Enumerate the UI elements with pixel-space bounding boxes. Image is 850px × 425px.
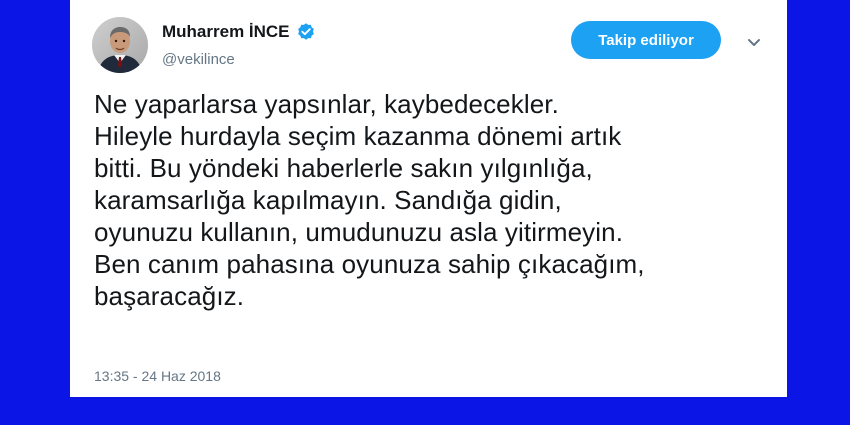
profile-photo-icon (92, 17, 148, 73)
verified-badge-icon (296, 22, 316, 42)
tweet-menu-button[interactable] (740, 28, 768, 56)
tweet-text-line: karamsarlığa kapılmayın. Sandığa gidin, (94, 185, 562, 215)
author-handle[interactable]: @vekilince (162, 51, 235, 69)
tweet-text-line: oyunuzu kullanın, umudunuzu asla yitirme… (94, 217, 624, 247)
author-display-name[interactable]: Muharrem İNCE (162, 22, 290, 42)
author-name-row: Muharrem İNCE (162, 22, 316, 42)
tweet-timestamp[interactable]: 13:35 - 24 Haz 2018 (94, 368, 221, 384)
tweet-card: Muharrem İNCE @vekilince Takip ediliyor … (70, 0, 787, 397)
chevron-down-icon (748, 39, 760, 46)
following-button[interactable]: Takip ediliyor (571, 21, 721, 59)
avatar[interactable] (92, 17, 148, 73)
tweet-text-line: Ben canım pahasına oyunuza sahip çıkacağ… (94, 249, 645, 279)
tweet-text-line: Ne yaparlarsa yapsınlar, kaybedecekler. (94, 89, 559, 119)
tweet-text-line: Hileyle hurdayla seçim kazanma dönemi ar… (94, 121, 622, 151)
tweet-text: Ne yaparlarsa yapsınlar, kaybedecekler. … (94, 88, 774, 312)
tweet-header: Muharrem İNCE @vekilince Takip ediliyor (70, 0, 787, 90)
tweet-text-line: başaracağız. (94, 281, 245, 311)
tweet-text-line: bitti. Bu yöndeki haberlerle sakın yılgı… (94, 153, 593, 183)
